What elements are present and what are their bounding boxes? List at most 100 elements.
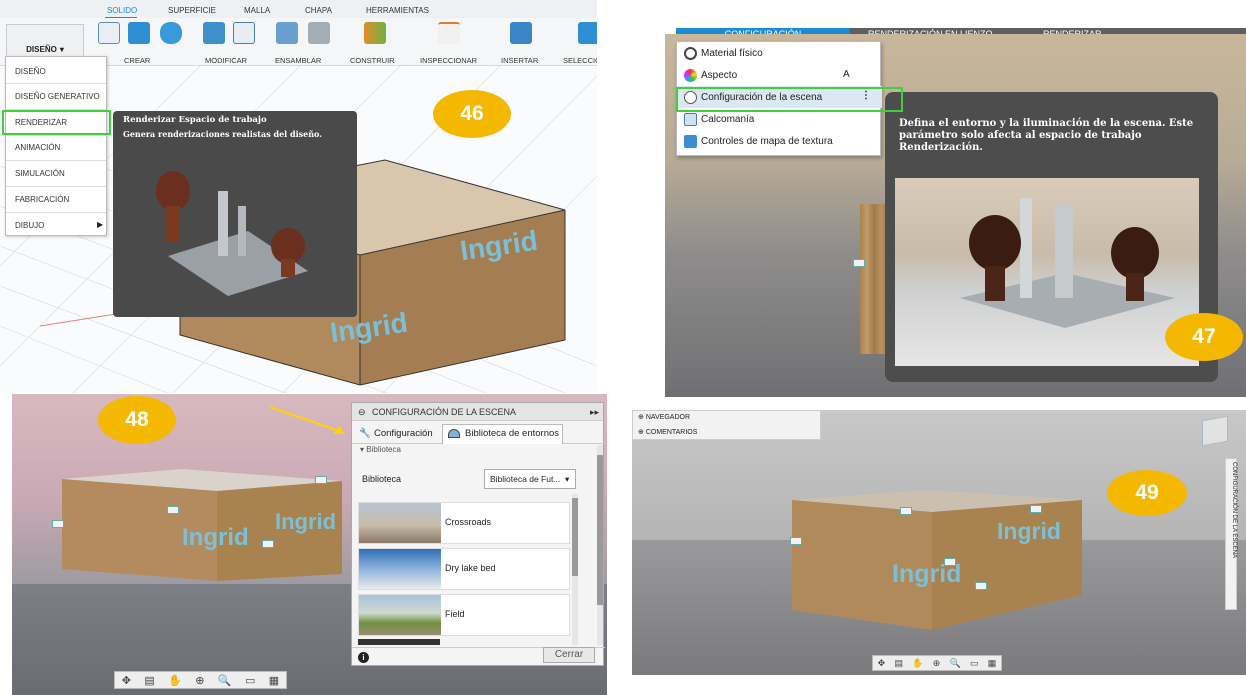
env-item-crossroads[interactable]: Crossroads xyxy=(358,502,570,544)
expand-arrow-icon[interactable]: ▸▸ xyxy=(590,403,599,421)
joint-marker xyxy=(900,507,912,515)
tooltip-body: Genera renderizaciones realistas del dis… xyxy=(123,129,323,139)
expand-icon: ⊕ xyxy=(638,429,646,436)
look-at-icon[interactable]: ▤ xyxy=(894,658,903,669)
scene-settings-side-tab[interactable]: CONFIGURACIÓN DE LA ESCENA xyxy=(1225,458,1237,610)
zoom-window-icon[interactable]: ⊕ xyxy=(933,658,941,669)
env-item-dry-lake-bed[interactable]: Dry lake bed xyxy=(358,548,570,590)
wrench-icon: 🔧 xyxy=(359,428,371,439)
menu-item-diseno[interactable]: DISEÑO xyxy=(15,67,46,76)
ribbon-tabs: SOLIDO SUPERFICIE MALLA CHAPA HERRAMIENT… xyxy=(0,0,597,20)
group-ensamblar[interactable]: ENSAMBLAR xyxy=(275,56,321,65)
look-at-icon[interactable]: ▤ xyxy=(144,674,154,687)
joint-marker xyxy=(167,506,179,514)
wood-box[interactable]: Ingrid Ingrid xyxy=(792,490,1092,635)
ctx-label: Material físico xyxy=(701,47,763,59)
dialog-footer: i Cerrar xyxy=(352,647,605,667)
env-label: Crossroads xyxy=(445,517,492,527)
physical-material-icon xyxy=(684,46,697,60)
dialog-scrollbar[interactable] xyxy=(597,445,603,645)
tab-configuracion[interactable]: 🔧 Configuración xyxy=(354,424,440,443)
joint-icon[interactable] xyxy=(308,22,330,44)
menu-divider xyxy=(6,135,106,136)
tab-malla[interactable]: MALLA xyxy=(244,6,270,15)
display-settings-icon[interactable]: ▭ xyxy=(970,658,979,669)
ctx-material-fisico[interactable]: Material físico xyxy=(677,42,882,64)
env-thumbnail xyxy=(359,503,441,543)
ctx-label: Calcomanía xyxy=(701,113,755,125)
tab-superficie[interactable]: SUPERFICIE xyxy=(168,6,216,15)
box-label-side: Ingrid xyxy=(997,518,1061,544)
insert-image-icon[interactable] xyxy=(510,22,532,44)
yellow-arrow-icon xyxy=(269,406,345,434)
tab-herramientas[interactable]: HERRAMIENTAS xyxy=(366,6,429,15)
zoom-icon[interactable]: 🔍 xyxy=(218,674,232,687)
ctx-aspecto[interactable]: Aspecto A xyxy=(677,64,882,86)
dialog-title: ⊖ CONFIGURACIÓN DE LA ESCENA ▸▸ xyxy=(352,403,603,421)
group-inspeccionar[interactable]: INSPECCIONAR xyxy=(420,56,477,65)
tab-solido[interactable]: SOLIDO xyxy=(107,6,137,15)
zoom-icon[interactable]: 🔍 xyxy=(950,658,961,669)
chevron-down-icon: ▾ xyxy=(565,474,570,484)
menu-item-fabricacion[interactable]: FABRICACIÓN xyxy=(15,195,69,204)
section-header-biblioteca[interactable]: ▾ Biblioteca xyxy=(360,445,401,453)
pan-icon[interactable]: ✋ xyxy=(168,674,182,687)
view-cube[interactable] xyxy=(1202,415,1228,447)
close-button[interactable]: Cerrar xyxy=(543,647,595,663)
env-item-field[interactable]: Field xyxy=(358,594,570,636)
expand-icon: ⊕ xyxy=(638,414,646,421)
menu-item-diseno-generativo[interactable]: DISEÑO GENERATIVO xyxy=(15,92,100,101)
orbit-icon[interactable]: ✥ xyxy=(122,674,131,687)
section-label: Biblioteca xyxy=(366,445,401,453)
fillet-icon[interactable] xyxy=(233,22,255,44)
grid-settings-icon[interactable]: ▦ xyxy=(988,658,997,669)
tab-biblioteca-entornos[interactable]: Biblioteca de entornos xyxy=(442,424,563,444)
browser-navegador[interactable]: ⊕ NAVEGADOR xyxy=(638,413,690,421)
offset-plane-icon[interactable] xyxy=(364,22,386,44)
joint-marker xyxy=(315,476,327,484)
zoom-window-icon[interactable]: ⊕ xyxy=(195,674,204,687)
menu-item-simulacion[interactable]: SIMULACIÓN xyxy=(15,169,65,178)
menu-divider xyxy=(6,212,106,213)
env-thumbnail xyxy=(359,595,441,635)
step-badge-46: 46 xyxy=(433,90,511,138)
orbit-icon[interactable]: ✥ xyxy=(878,658,886,669)
panel-48: Ingrid Ingrid 48 ⊖ CONFIGURACIÓN DE LA E… xyxy=(12,394,607,695)
browser-panel: ⊕ NAVEGADOR ⊕ COMENTARIOS xyxy=(632,410,821,440)
renderizar-highlight xyxy=(2,110,111,135)
ctx-controles-textura[interactable]: Controles de mapa de textura xyxy=(677,130,882,152)
browser-label: COMENTARIOS xyxy=(645,429,698,436)
group-insertar[interactable]: INSERTAR xyxy=(501,56,538,65)
tab-chapa[interactable]: CHAPA xyxy=(305,6,332,15)
group-modificar[interactable]: MODIFICAR xyxy=(205,56,247,65)
library-select[interactable]: Biblioteca de Fut... ▾ xyxy=(484,469,576,489)
box-label: Ingrid xyxy=(182,524,249,551)
wood-box[interactable]: Ingrid Ingrid xyxy=(57,469,347,584)
press-pull-icon[interactable] xyxy=(203,22,225,44)
group-construir[interactable]: CONSTRUIR xyxy=(350,56,395,65)
tab-configuracion-label: Configuración xyxy=(374,428,433,439)
select-icon[interactable] xyxy=(578,22,597,44)
texture-map-icon xyxy=(684,134,697,148)
submenu-arrow-icon: ▶ xyxy=(97,220,104,229)
menu-divider xyxy=(6,186,106,187)
menu-item-animacion[interactable]: ANIMACIÓN xyxy=(15,143,60,152)
menu-divider xyxy=(6,160,106,161)
sketch-icon[interactable] xyxy=(98,22,120,44)
collapse-icon[interactable]: ⊖ xyxy=(358,403,366,421)
measure-icon[interactable] xyxy=(438,22,460,44)
tab-library-label: Biblioteca de entornos xyxy=(465,428,560,439)
new-component-icon[interactable] xyxy=(276,22,298,44)
extrude-icon[interactable] xyxy=(128,22,150,44)
list-scrollbar[interactable] xyxy=(572,494,578,645)
grid-settings-icon[interactable]: ▦ xyxy=(269,674,279,687)
revolve-icon[interactable] xyxy=(160,22,182,44)
joint-marker xyxy=(790,537,802,545)
pan-icon[interactable]: ✋ xyxy=(912,658,923,669)
info-icon[interactable]: i xyxy=(358,652,369,663)
group-seleccionar[interactable]: SELECCIO xyxy=(563,56,597,65)
group-crear[interactable]: CREAR xyxy=(124,56,150,65)
display-settings-icon[interactable]: ▭ xyxy=(245,674,255,687)
browser-comentarios[interactable]: ⊕ COMENTARIOS xyxy=(638,428,697,436)
menu-item-dibujo[interactable]: DIBUJO xyxy=(15,221,44,230)
